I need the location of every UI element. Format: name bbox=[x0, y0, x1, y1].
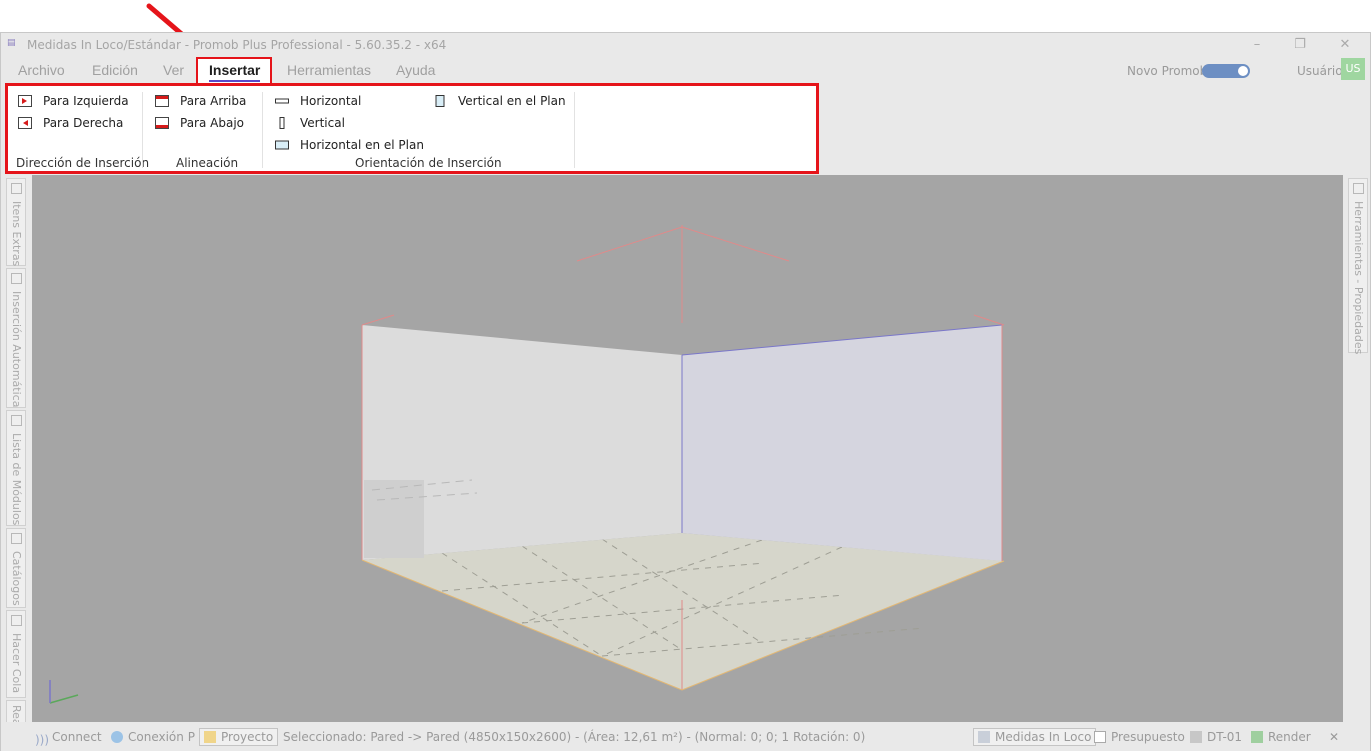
right-wall bbox=[682, 325, 1002, 561]
group-separator bbox=[262, 92, 263, 168]
queue-icon bbox=[11, 615, 22, 626]
group-label-direccion: Dirección de Inserción bbox=[16, 156, 150, 170]
horizontal-en-el-plan-button[interactable]: Horizontal en el Plan bbox=[275, 136, 424, 154]
close-icon[interactable]: ✕ bbox=[1334, 36, 1356, 54]
module-list-icon bbox=[11, 415, 22, 426]
tab-insercion-automatica[interactable]: Inserción Automática bbox=[6, 268, 26, 408]
render-button[interactable]: Render bbox=[1251, 728, 1311, 746]
tab-lista-de-modulos[interactable]: Lista de Módulos bbox=[6, 410, 26, 526]
wall-module bbox=[364, 480, 424, 558]
connect-button[interactable]: ))) Connect bbox=[35, 728, 102, 747]
title-bar: ▤ Medidas In Loco/Estándar - Promob Plus… bbox=[1, 33, 1370, 57]
vertical-plan-icon bbox=[435, 95, 445, 107]
menu-tab-herramientas[interactable]: Herramientas bbox=[287, 59, 371, 83]
window-title: Medidas In Loco/Estándar - Promob Plus P… bbox=[27, 38, 447, 52]
insert-left-icon bbox=[18, 95, 32, 107]
right-side-panel: Herramientas - Propiedades bbox=[1346, 178, 1370, 723]
3d-viewport[interactable] bbox=[32, 175, 1343, 722]
document-icon bbox=[1094, 731, 1106, 743]
menu-tab-ayuda[interactable]: Ayuda bbox=[396, 59, 435, 83]
room-3d-scene bbox=[49, 225, 1005, 704]
group-label-orientacion: Orientación de Inserción bbox=[355, 156, 502, 170]
tools-icon bbox=[1353, 183, 1364, 194]
align-bottom-icon bbox=[155, 117, 169, 129]
para-izquierda-button[interactable]: Para Izquierda bbox=[18, 92, 129, 110]
horizontal-plan-icon bbox=[275, 140, 289, 150]
horizontal-orientation-icon bbox=[275, 98, 289, 104]
group-separator bbox=[574, 92, 575, 168]
promob-app-icon: ▤ bbox=[7, 38, 16, 48]
auto-insert-icon bbox=[11, 273, 22, 284]
user-label[interactable]: Usuário bbox=[1297, 64, 1343, 78]
vertical-en-el-plan-button[interactable]: Vertical en el Plan bbox=[433, 92, 566, 110]
para-arriba-button[interactable]: Para Arriba bbox=[155, 92, 246, 110]
vertical-orientation-icon bbox=[279, 117, 285, 129]
folder-icon bbox=[204, 731, 216, 743]
tab-catalogos[interactable]: Catálogos bbox=[6, 528, 26, 608]
left-side-panel: Itens Extras Inserción Automática Lista … bbox=[4, 178, 28, 723]
restore-icon[interactable]: ❐ bbox=[1289, 36, 1311, 54]
novo-promob-toggle[interactable] bbox=[1202, 64, 1250, 78]
presupuesto-button[interactable]: Presupuesto bbox=[1094, 728, 1185, 746]
vertical-button[interactable]: Vertical bbox=[275, 114, 345, 132]
image-icon bbox=[1251, 731, 1263, 743]
app-window: ▤ Medidas In Loco/Estándar - Promob Plus… bbox=[0, 32, 1371, 751]
medidas-in-loco-button[interactable]: Medidas In Loco bbox=[973, 728, 1097, 746]
tab-herramientas-propiedades[interactable]: Herramientas - Propiedades bbox=[1348, 178, 1368, 354]
ribbon-insertar: Para Izquierda Para Derecha Dirección de… bbox=[5, 83, 819, 174]
conexion-button[interactable]: Conexión P bbox=[111, 728, 195, 746]
novo-promob-label: Novo Promob bbox=[1127, 64, 1208, 78]
minimize-icon[interactable]: – bbox=[1246, 36, 1268, 54]
para-derecha-button[interactable]: Para Derecha bbox=[18, 114, 123, 132]
toggle-knob bbox=[1238, 66, 1248, 76]
catalog-icon bbox=[11, 533, 22, 544]
para-abajo-button[interactable]: Para Abajo bbox=[155, 114, 244, 132]
proyecto-button[interactable]: Proyecto bbox=[199, 728, 279, 746]
menu-tab-ver[interactable]: Ver bbox=[163, 59, 184, 83]
tab-hacer-cola[interactable]: Hacer Cola bbox=[6, 610, 26, 698]
axis-gizmo bbox=[49, 680, 79, 704]
menu-tab-archivo[interactable]: Archivo bbox=[18, 59, 65, 83]
dt-01-button[interactable]: DT-01 bbox=[1190, 728, 1242, 746]
selection-status: Seleccionado: Pared -> Pared (4850x150x2… bbox=[283, 730, 866, 744]
horizontal-button[interactable]: Horizontal bbox=[275, 92, 361, 110]
insert-right-icon bbox=[18, 117, 32, 129]
avatar[interactable]: US bbox=[1341, 58, 1365, 80]
tab-real-scene[interactable]: Real Scene bbox=[6, 700, 26, 723]
group-label-alineacion: Alineación bbox=[176, 156, 239, 170]
extras-icon bbox=[11, 183, 22, 194]
menu-tab-edicion[interactable]: Edición bbox=[92, 59, 138, 83]
globe-icon bbox=[111, 731, 123, 743]
wifi-icon: ))) bbox=[35, 733, 50, 747]
align-top-icon bbox=[155, 95, 169, 107]
status-close-icon[interactable]: ✕ bbox=[1329, 728, 1339, 746]
floor-plane bbox=[362, 533, 1004, 690]
status-bar: ))) Connect Conexión P Proyecto Seleccion… bbox=[1, 722, 1370, 751]
tab-itens-extras[interactable]: Itens Extras bbox=[6, 178, 26, 266]
menu-tab-insertar[interactable]: Insertar bbox=[209, 59, 261, 83]
group-separator bbox=[142, 92, 143, 168]
tag-icon bbox=[1190, 731, 1202, 743]
ruler-icon bbox=[978, 731, 990, 743]
